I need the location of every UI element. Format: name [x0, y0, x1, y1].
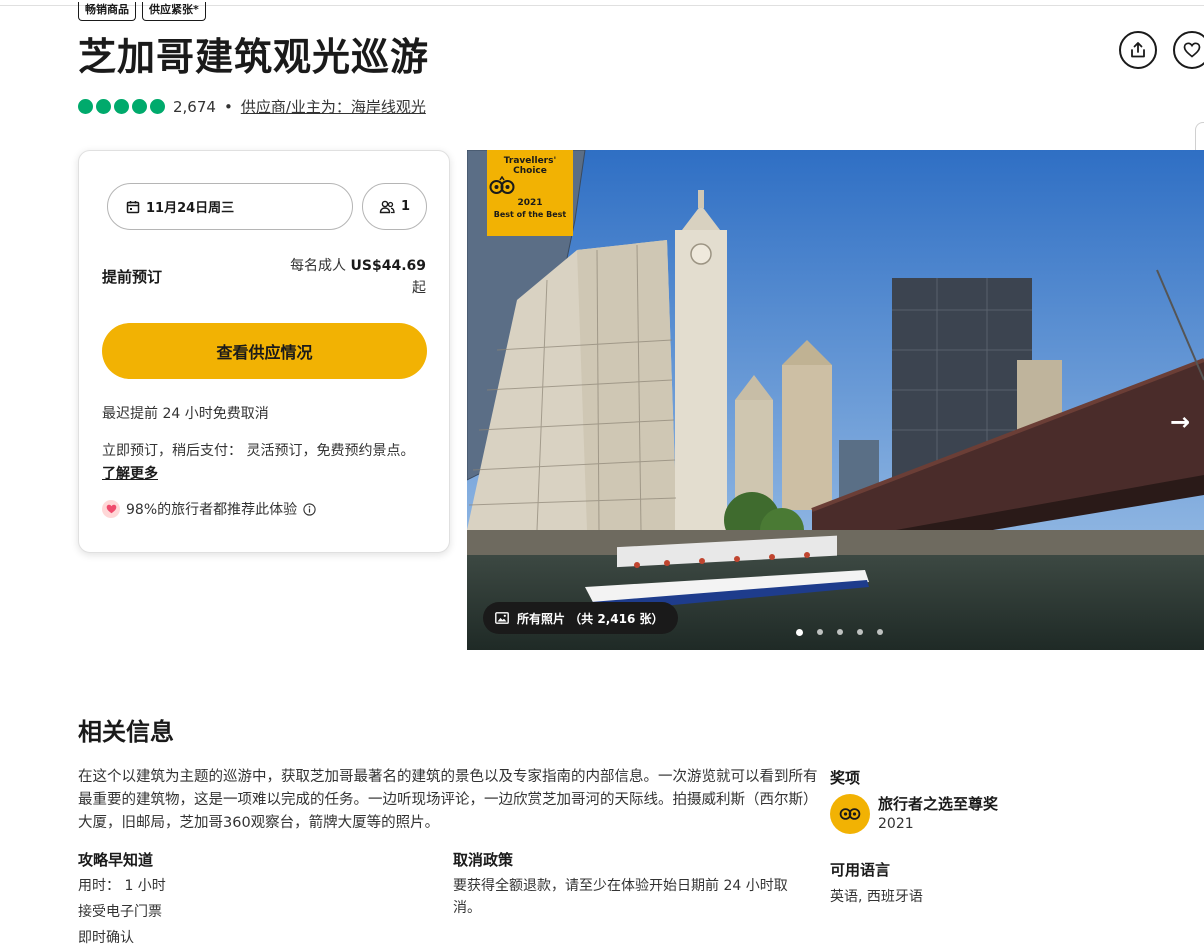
travellers-choice-badge: Travellers' Choice 2021 Best of the Best	[487, 150, 573, 236]
confirmation-item: 即时确认	[78, 930, 134, 946]
share-icon	[1131, 42, 1145, 58]
hero-photo[interactable]: Travellers' Choice 2021 Best of the Best…	[467, 150, 1204, 650]
rating-row: 2,674 • 供应商/业主为：海岸线观光	[78, 96, 426, 117]
badge-best: Best of the Best	[493, 210, 567, 219]
award-name: 旅行者之选至尊奖	[878, 795, 999, 813]
awards-heading: 奖项	[830, 769, 861, 787]
all-photos-label: 所有照片 （共 2,416 张）	[517, 611, 664, 626]
pay-later-text: 立即预订，稍后支付： 灵活预订，免费预约景点。	[102, 443, 415, 459]
languages-heading: 可用语言	[830, 861, 891, 879]
free-cancel-note: 最迟提前 24 小时免费取消	[102, 406, 269, 422]
owl-logo-icon	[489, 176, 515, 194]
separator-dot: •	[223, 97, 233, 116]
languages-value: 英语, 西班牙语	[830, 889, 923, 905]
page-title: 芝加哥建筑观光巡游	[78, 35, 430, 79]
share-button[interactable]	[1119, 31, 1157, 69]
know-before-heading: 攻略早知道	[78, 851, 154, 869]
price-prefix: 每名成人	[290, 258, 347, 274]
rating-bubble	[132, 99, 147, 114]
people-icon	[379, 200, 395, 213]
learn-more-link[interactable]: 了解更多	[102, 466, 158, 482]
traveler-count: 1	[400, 199, 411, 214]
tag-row: 畅销商品 供应紧张*	[78, 2, 206, 21]
calendar-icon	[126, 200, 140, 213]
limited-supply-tag: 供应紧张*	[142, 2, 206, 21]
award-item: 旅行者之选至尊奖 2021	[830, 794, 998, 834]
price-amount: US$44.69	[350, 258, 426, 274]
next-photo-arrow-icon[interactable]: →	[1170, 408, 1190, 436]
info-icon[interactable]	[303, 502, 316, 516]
about-description: 在这个以建筑为主题的巡游中，获取芝加哥最著名的建筑的景色以及专家指南的内部信息。…	[78, 769, 818, 831]
carousel-dot[interactable]	[796, 629, 803, 636]
image-icon	[495, 612, 509, 624]
cancel-policy-heading: 取消政策	[453, 851, 514, 869]
price-block: 每名成人 US$44.69 起	[290, 255, 426, 299]
cancel-policy-text: 要获得全额退款，请至少在体验开始日期前 24 小时取消。	[453, 878, 788, 916]
about-heading: 相关信息	[78, 718, 174, 746]
carousel-dot[interactable]	[877, 629, 883, 635]
rating-bubble	[150, 99, 165, 114]
award-owl-icon	[830, 794, 870, 834]
check-availability-button[interactable]: 查看供应情况	[102, 323, 427, 379]
heart-icon	[1183, 42, 1201, 58]
date-picker[interactable]: 11月24日周三	[107, 183, 353, 230]
all-photos-button[interactable]: 所有照片 （共 2,416 张）	[483, 602, 678, 634]
save-button[interactable]	[1173, 31, 1204, 69]
bestseller-tag: 畅销商品	[78, 2, 136, 21]
award-year: 2021	[878, 816, 914, 832]
supplier-link[interactable]: 供应商/业主为：海岸线观光	[241, 96, 426, 117]
reserve-label: 提前预订	[102, 268, 163, 286]
rating-bubble	[78, 99, 93, 114]
know-before-list: 用时： 1 小时 接受电子门票 即时确认	[78, 873, 166, 951]
price-suffix: 起	[412, 280, 426, 296]
rating-bubble	[114, 99, 129, 114]
badge-year: 2021	[517, 198, 543, 208]
carousel-dots	[796, 629, 883, 636]
rating-bubble	[96, 99, 111, 114]
recommend-text: 98%的旅行者都推荐此体验	[126, 502, 298, 518]
badge-line1: Travellers'	[503, 156, 557, 166]
reserve-now-pay-later-note: 立即预订，稍后支付： 灵活预订，免费预约景点。 了解更多	[102, 440, 432, 486]
traveler-picker[interactable]: 1	[362, 183, 427, 230]
duration-item: 用时： 1 小时	[78, 878, 166, 894]
review-count[interactable]: 2,674	[173, 98, 216, 116]
carousel-dot[interactable]	[837, 629, 843, 635]
recommend-row: 98%的旅行者都推荐此体验	[102, 499, 316, 519]
eticket-item: 接受电子门票	[78, 904, 162, 920]
badge-line2: Choice	[513, 166, 547, 176]
recommend-heart-icon	[102, 500, 120, 518]
date-value: 11月24日周三	[146, 201, 235, 216]
booking-card: 11月24日周三 1 提前预订 每名成人 US$44.69 起 查看供应情况 最…	[78, 150, 450, 553]
carousel-dot[interactable]	[817, 629, 823, 635]
carousel-dot[interactable]	[857, 629, 863, 635]
chicago-river-photo	[467, 150, 1204, 650]
rating-bubbles[interactable]	[78, 99, 165, 114]
